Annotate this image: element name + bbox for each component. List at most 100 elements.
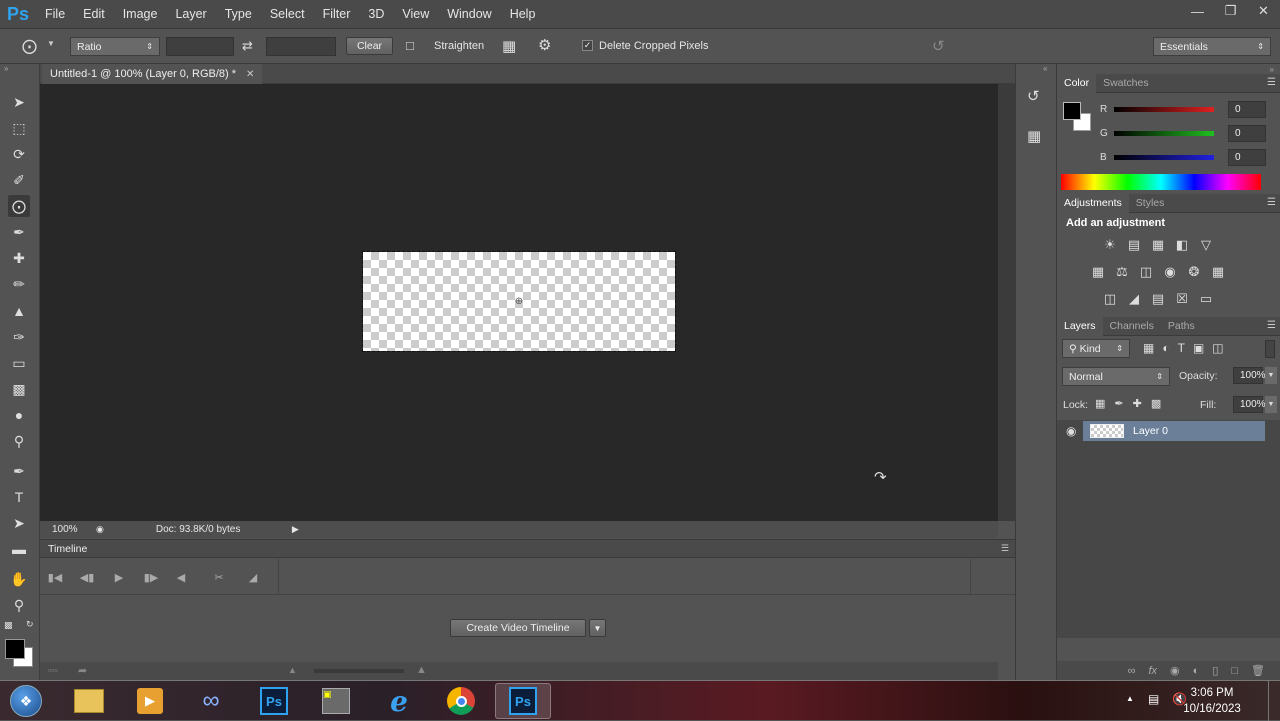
taskbar-app-99[interactable]: ▣ (310, 683, 362, 719)
menu-file[interactable]: File (36, 0, 74, 28)
blue-slider[interactable] (1114, 154, 1214, 160)
panel-menu-icon[interactable]: ☰ (1267, 197, 1276, 208)
tab-paths[interactable]: Paths (1161, 317, 1202, 336)
zoom-tool-icon[interactable]: ⚲ (8, 594, 30, 616)
ratio-select[interactable]: Ratio ⇕ (70, 37, 160, 56)
blur-tool-icon[interactable]: ● (8, 404, 30, 426)
history-brush-tool-icon[interactable]: ✑ (8, 326, 30, 348)
healing-brush-tool-icon[interactable]: ✚ (8, 247, 30, 269)
brush-tool-icon[interactable]: ✏ (8, 273, 30, 295)
panel-menu-icon[interactable]: ☰ (1267, 320, 1276, 331)
channel-mixer-icon[interactable]: ❂ (1185, 263, 1203, 281)
tab-layers[interactable]: Layers (1057, 316, 1103, 336)
photo-filter-icon[interactable]: ◉ (1161, 263, 1179, 281)
menu-help[interactable]: Help (501, 0, 545, 28)
tab-swatches[interactable]: Swatches (1096, 74, 1156, 93)
restore-button[interactable]: ❐ (1214, 0, 1247, 22)
gradient-tool-icon[interactable]: ▩ (8, 378, 30, 400)
zoom-out-timeline-icon[interactable]: ▲ (288, 665, 297, 675)
new-layer-icon[interactable]: □ (1231, 665, 1238, 677)
smart-object-filter-icon[interactable]: ◫ (1212, 341, 1223, 355)
foreground-color-swatch[interactable] (5, 639, 25, 659)
document-tab[interactable]: Untitled-1 @ 100% (Layer 0, RGB/8) * ✕ (42, 64, 263, 84)
delete-cropped-checkbox[interactable]: ✓ (582, 40, 593, 51)
status-menu-arrow-icon[interactable]: ▶ (292, 524, 299, 535)
convert-icon[interactable]: ➦ (78, 664, 87, 677)
transparent-layer-canvas[interactable]: ⊕ (362, 251, 676, 352)
posterize-icon[interactable]: ◢ (1125, 290, 1143, 308)
straighten-icon[interactable]: □ (406, 38, 414, 53)
pen-tool-icon[interactable]: ✒ (8, 460, 30, 482)
rectangle-tool-icon[interactable]: ▬ (8, 538, 30, 560)
layer-filter-select[interactable]: ⚲ Kind ⇕ (1062, 339, 1130, 358)
frame-animation-icon[interactable]: ▫▫▫ (48, 665, 58, 675)
canvas-area[interactable]: ⊕ ↷ (40, 84, 998, 521)
previous-frame-icon[interactable]: ◀▮ (78, 568, 96, 586)
chevron-down-icon[interactable]: ▼ (47, 39, 55, 48)
show-hidden-icons-icon[interactable]: ▲ (1126, 694, 1134, 703)
reset-icon[interactable]: ↺ (932, 37, 945, 55)
collapse-panel-icon[interactable]: » (4, 64, 8, 73)
lock-transparent-pixels-icon[interactable]: ▦ (1095, 397, 1105, 410)
adjustment-layer-filter-icon[interactable]: ◐ (1162, 341, 1169, 355)
red-value-input[interactable]: 0 (1228, 100, 1266, 118)
tab-color[interactable]: Color (1057, 73, 1097, 93)
type-tool-icon[interactable]: T (8, 486, 30, 508)
start-button[interactable]: ❖ (4, 682, 48, 720)
red-slider[interactable] (1114, 106, 1214, 112)
selective-color-icon[interactable]: ☒ (1173, 290, 1191, 308)
color-balance-icon[interactable]: ⚖ (1113, 263, 1131, 281)
menu-view[interactable]: View (393, 0, 438, 28)
gradient-map-icon[interactable]: ▭ (1197, 290, 1215, 308)
levels-icon[interactable]: ▤ (1125, 236, 1143, 254)
play-icon[interactable]: ▶ (110, 568, 128, 586)
lasso-tool-icon[interactable]: ⟳ (8, 143, 30, 165)
curves-icon[interactable]: ▦ (1149, 236, 1167, 254)
ratio-height-input[interactable] (266, 37, 336, 56)
create-video-timeline-button[interactable]: Create Video Timeline (450, 619, 586, 637)
new-adjustment-layer-icon[interactable]: ◐ (1193, 665, 1200, 677)
zoom-level[interactable]: 100% (52, 524, 92, 535)
color-spectrum-ramp[interactable] (1061, 174, 1261, 190)
history-panel-icon[interactable]: ↺ (1027, 87, 1040, 105)
quick-selection-tool-icon[interactable]: ✐ (8, 169, 30, 191)
crop-tool-icon[interactable]: ⨀ (8, 195, 30, 217)
hue-saturation-icon[interactable]: ▦ (1089, 263, 1107, 281)
network-icon[interactable]: ▤ (1148, 692, 1159, 706)
pixel-layer-filter-icon[interactable]: ▦ (1143, 341, 1154, 355)
new-group-folder-icon[interactable]: ▯ (1212, 664, 1218, 677)
clear-button[interactable]: Clear (346, 37, 393, 55)
opacity-input[interactable]: 100% (1233, 367, 1266, 384)
fill-input[interactable]: 100% (1233, 396, 1266, 413)
create-timeline-dropdown-icon[interactable]: ▼ (589, 619, 606, 637)
marquee-tool-icon[interactable]: ⬚ (8, 117, 30, 139)
move-tool-icon[interactable]: ➤ (8, 91, 30, 113)
mute-audio-icon[interactable]: ◀ (172, 568, 190, 586)
lock-image-pixels-icon[interactable]: ✒ (1114, 397, 1123, 410)
workspace-select[interactable]: Essentials ⇕ (1153, 37, 1271, 56)
dodge-tool-icon[interactable]: ⚲ (8, 430, 30, 452)
color-foreground-swatch[interactable] (1063, 102, 1081, 120)
taskbar-explorer[interactable] (63, 683, 115, 719)
tab-channels[interactable]: Channels (1103, 317, 1161, 336)
black-white-icon[interactable]: ◫ (1137, 263, 1155, 281)
swap-icon[interactable]: ⇄ (242, 38, 253, 54)
close-button[interactable]: ✕ (1247, 0, 1280, 22)
minimize-button[interactable]: — (1181, 0, 1214, 22)
path-selection-tool-icon[interactable]: ➤ (8, 512, 30, 534)
split-scissors-icon[interactable]: ✂ (210, 568, 228, 586)
delete-layer-trash-icon[interactable]: 🗑 (1251, 664, 1265, 677)
blend-mode-select[interactable]: Normal ⇕ (1062, 367, 1170, 386)
link-layers-icon[interactable]: ∞ (1128, 665, 1136, 677)
taskbar-media-player[interactable]: ▶ (124, 683, 176, 719)
crop-tool-preset-icon[interactable]: ⨀ (22, 37, 42, 55)
invert-icon[interactable]: ◫ (1101, 290, 1119, 308)
eye-visibility-icon[interactable]: ◉ (1066, 424, 1076, 438)
taskbar-app-infinity[interactable]: ∞ (185, 683, 237, 719)
exposure-icon[interactable]: ◧ (1173, 236, 1191, 254)
ratio-width-input[interactable] (166, 37, 234, 56)
expand-panels-icon[interactable]: « (1043, 64, 1047, 73)
canvas-vertical-scrollbar[interactable] (998, 84, 1015, 521)
transition-icon[interactable]: ◢ (244, 568, 262, 586)
lock-all-icon[interactable]: ▩ (1151, 397, 1161, 410)
